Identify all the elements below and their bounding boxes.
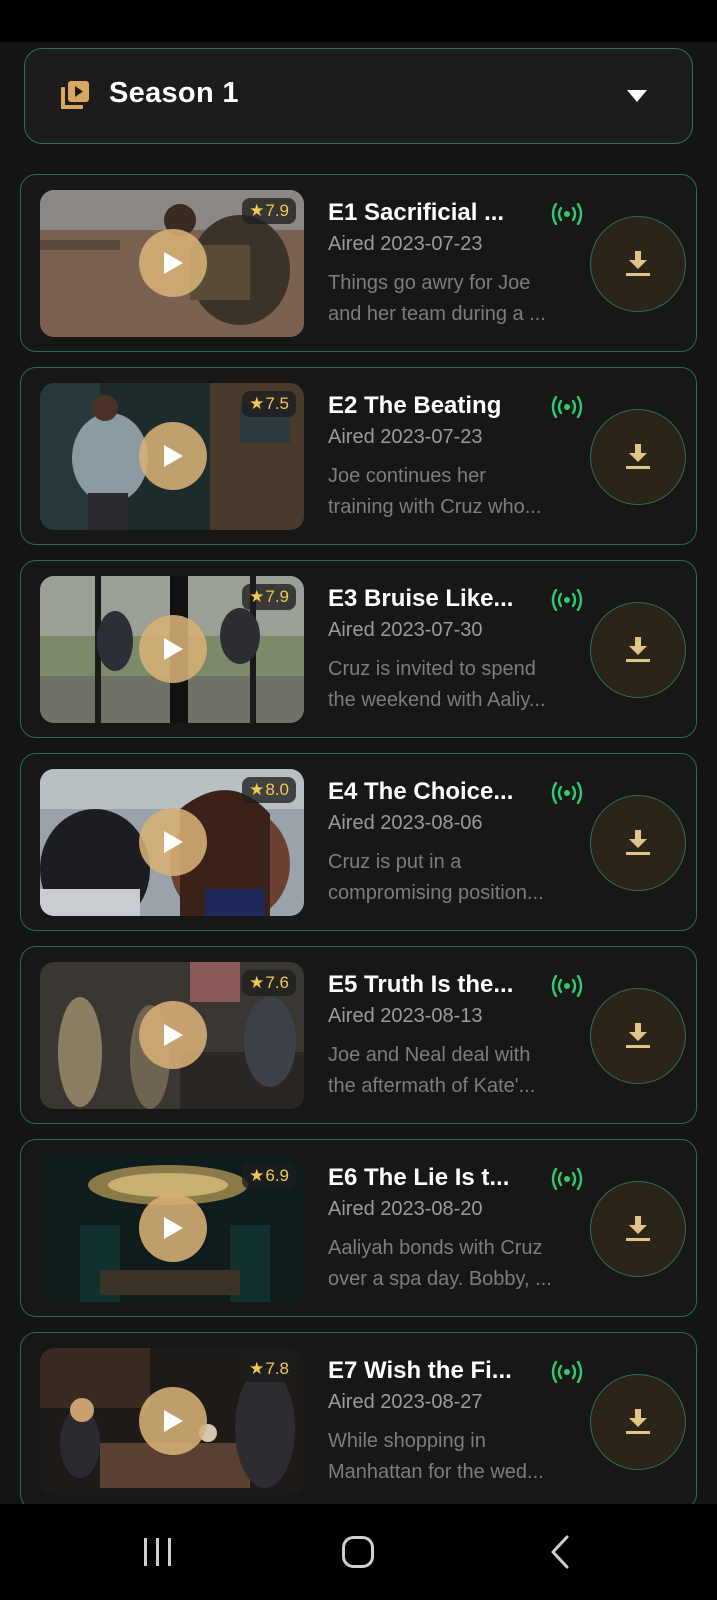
- star-icon: ★: [249, 1359, 265, 1378]
- rating-badge: ★ 7.9: [242, 198, 296, 224]
- play-icon: [164, 1024, 183, 1046]
- home-icon: [342, 1536, 374, 1568]
- rating-badge: ★ 7.6: [242, 970, 296, 996]
- episode-air-date: Aired 2023-08-27: [328, 1391, 483, 1413]
- back-icon: [551, 1535, 569, 1569]
- play-button[interactable]: [139, 615, 207, 683]
- episode-air-date: Aired 2023-07-23: [328, 426, 483, 448]
- star-icon: ★: [249, 1166, 265, 1185]
- play-icon: [164, 445, 183, 467]
- episode-title: E5 Truth Is the...: [328, 971, 514, 998]
- episode-air-date: Aired 2023-08-13: [328, 1005, 483, 1027]
- episode-description: Aaliyah bonds with Cruz over a spa day. …: [328, 1237, 552, 1290]
- rating-badge: ★ 7.9: [242, 584, 296, 610]
- episode-air-date: Aired 2023-08-06: [328, 812, 483, 834]
- episode-air-date: Aired 2023-08-20: [328, 1198, 483, 1220]
- system-navigation-bar: [0, 1504, 717, 1600]
- rating-badge: ★ 7.8: [242, 1356, 296, 1382]
- episode-card-6[interactable]: ★ 6.9 E6 The Lie Is t... Aired 2023-08-20…: [20, 1139, 697, 1317]
- rating-badge: ★ 8.0: [242, 777, 296, 803]
- episode-title: E1 Sacrificial ...: [328, 199, 505, 226]
- play-button[interactable]: [139, 1194, 207, 1262]
- episode-description: While shopping in Manhattan for the wed.…: [328, 1430, 544, 1483]
- broadcast-icon: [551, 975, 583, 997]
- episode-description: Joe continues her training with Cruz who…: [328, 465, 542, 518]
- home-button[interactable]: [298, 1504, 418, 1600]
- episode-description: Joe and Neal deal with the aftermath of …: [328, 1044, 536, 1097]
- download-button[interactable]: [590, 602, 686, 698]
- back-button[interactable]: [500, 1504, 620, 1600]
- play-button[interactable]: [139, 422, 207, 490]
- episode-card-4[interactable]: ★ 8.0 E4 The Choice... Aired 2023-08-06 C…: [20, 753, 697, 931]
- download-icon: [626, 1409, 650, 1434]
- play-icon: [164, 1410, 183, 1432]
- episode-thumbnail[interactable]: ★ 6.9: [40, 1155, 304, 1302]
- episode-air-date: Aired 2023-07-23: [328, 233, 483, 255]
- play-icon: [164, 252, 183, 274]
- download-button[interactable]: [590, 409, 686, 505]
- episode-description: Things go awry for Joe and her team duri…: [328, 272, 546, 325]
- play-icon: [164, 638, 183, 660]
- episode-thumbnail[interactable]: ★ 7.9: [40, 190, 304, 337]
- broadcast-icon: [551, 782, 583, 804]
- star-icon: ★: [249, 780, 265, 799]
- episode-thumbnail[interactable]: ★ 7.9: [40, 576, 304, 723]
- chevron-down-icon: [627, 90, 647, 102]
- season-label: Season 1: [109, 77, 239, 109]
- episode-thumbnail[interactable]: ★ 8.0: [40, 769, 304, 916]
- season-selector[interactable]: Season 1: [24, 48, 693, 144]
- episode-title: E3 Bruise Like...: [328, 585, 514, 612]
- play-button[interactable]: [139, 1387, 207, 1455]
- episode-card-3[interactable]: ★ 7.9 E3 Bruise Like... Aired 2023-07-30 …: [20, 560, 697, 738]
- episode-list-screen: Season 1 ★ 7.9 E1 Sacrificial ... Aired …: [0, 42, 717, 1504]
- episode-title: E2 The Beating: [328, 392, 502, 419]
- star-icon: ★: [249, 587, 265, 606]
- download-button[interactable]: [590, 795, 686, 891]
- download-icon: [626, 637, 650, 662]
- download-icon: [626, 1216, 650, 1241]
- episode-title: E7 Wish the Fi...: [328, 1357, 512, 1384]
- episode-description: Cruz is put in a compromising position..…: [328, 851, 544, 904]
- play-button[interactable]: [139, 808, 207, 876]
- episode-card-1[interactable]: ★ 7.9 E1 Sacrificial ... Aired 2023-07-23…: [20, 174, 697, 352]
- download-icon: [626, 444, 650, 469]
- broadcast-icon: [551, 589, 583, 611]
- recents-icon: [144, 1538, 171, 1566]
- episode-card-2[interactable]: ★ 7.5 E2 The Beating Aired 2023-07-23 Joe…: [20, 367, 697, 545]
- download-icon: [626, 1023, 650, 1048]
- broadcast-icon: [551, 396, 583, 418]
- play-library-icon: [61, 81, 89, 109]
- download-icon: [626, 251, 650, 276]
- star-icon: ★: [249, 973, 265, 992]
- star-icon: ★: [249, 394, 265, 413]
- episode-thumbnail[interactable]: ★ 7.5: [40, 383, 304, 530]
- play-button[interactable]: [139, 229, 207, 297]
- broadcast-icon: [551, 1168, 583, 1190]
- episode-title: E4 The Choice...: [328, 778, 514, 805]
- star-icon: ★: [249, 201, 265, 220]
- episode-title: E6 The Lie Is t...: [328, 1164, 510, 1191]
- episode-description: Cruz is invited to spend the weekend wit…: [328, 658, 546, 711]
- episode-card-7[interactable]: ★ 7.8 E7 Wish the Fi... Aired 2023-08-27 …: [20, 1332, 697, 1504]
- rating-badge: ★ 6.9: [242, 1163, 296, 1189]
- episode-thumbnail[interactable]: ★ 7.6: [40, 962, 304, 1109]
- download-button[interactable]: [590, 1374, 686, 1470]
- rating-badge: ★ 7.5: [242, 391, 296, 417]
- play-icon: [164, 831, 183, 853]
- episode-card-5[interactable]: ★ 7.6 E5 Truth Is the... Aired 2023-08-13…: [20, 946, 697, 1124]
- download-icon: [626, 830, 650, 855]
- broadcast-icon: [551, 203, 583, 225]
- recents-button[interactable]: [98, 1504, 218, 1600]
- episode-air-date: Aired 2023-07-30: [328, 619, 483, 641]
- play-button[interactable]: [139, 1001, 207, 1069]
- episode-thumbnail[interactable]: ★ 7.8: [40, 1348, 304, 1495]
- download-button[interactable]: [590, 216, 686, 312]
- download-button[interactable]: [590, 1181, 686, 1277]
- play-icon: [164, 1217, 183, 1239]
- download-button[interactable]: [590, 988, 686, 1084]
- broadcast-icon: [551, 1361, 583, 1383]
- status-bar: [0, 0, 717, 42]
